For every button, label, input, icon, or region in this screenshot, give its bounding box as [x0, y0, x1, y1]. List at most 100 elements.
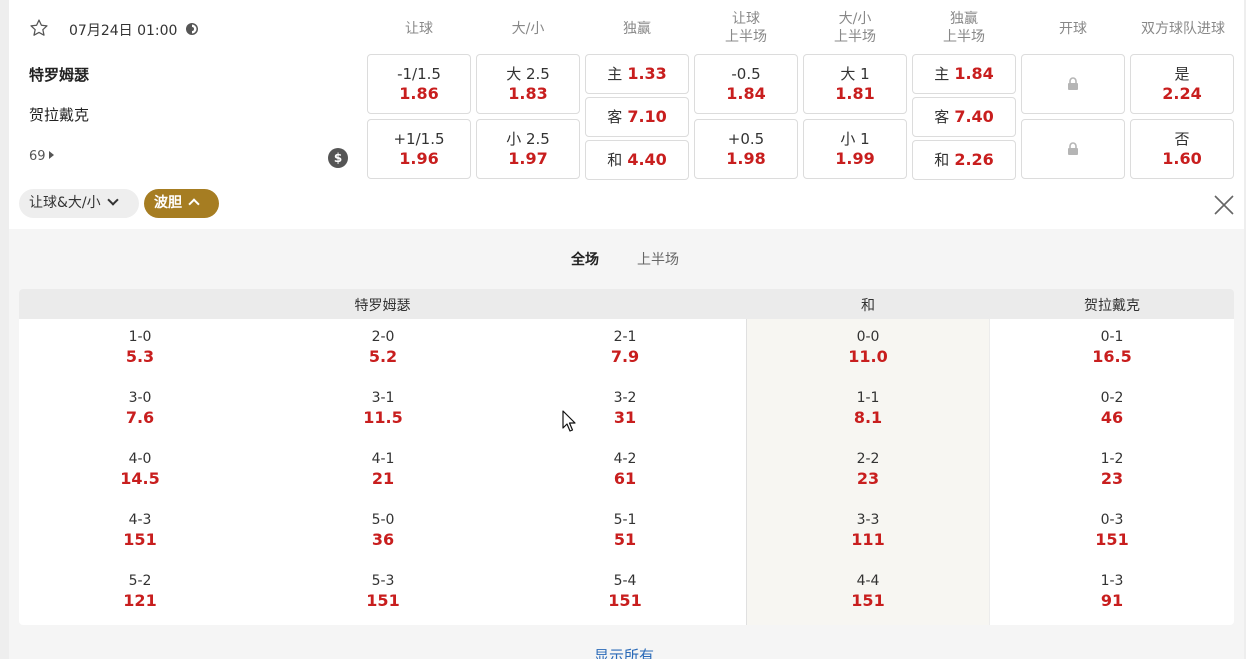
odds-handicap-1h-home[interactable]: -0.5 1.84 [694, 54, 798, 114]
over-odds: 1.83 [508, 84, 548, 103]
score-label: 0-1 [1100, 329, 1124, 345]
odds-handicap-1h-away[interactable]: +0.5 1.98 [694, 119, 798, 179]
score-label: 4-2 [613, 451, 637, 467]
odds-kickoff-locked-2 [1021, 119, 1125, 179]
score-cell-home[interactable]: 5-3 151 [323, 571, 443, 611]
odds-btts-no[interactable]: 否 1.60 [1130, 119, 1234, 179]
score-cell-away[interactable]: 1-2 23 [1052, 449, 1172, 489]
score-odds: 51 [613, 530, 637, 549]
score-odds: 151 [851, 591, 885, 610]
score-label: 2-2 [856, 451, 880, 467]
score-odds: 7.6 [125, 408, 155, 427]
header-over-under-1h: 大/小 上半场 [803, 10, 907, 46]
score-label: 1-2 [1100, 451, 1124, 467]
score-odds: 8.1 [853, 408, 883, 427]
star-icon[interactable] [29, 18, 49, 38]
odds-moneyline-home[interactable]: 主 1.33 [585, 54, 689, 94]
score-label: 0-0 [856, 329, 880, 345]
score-cell-draw[interactable]: 4-4 151 [808, 571, 928, 611]
moneyline-1h-away-odds: 7.40 [954, 107, 994, 126]
cashout-icon[interactable]: $ [328, 148, 348, 168]
score-cell-home[interactable]: 5-1 51 [565, 510, 685, 550]
score-label: 5-2 [128, 573, 152, 589]
score-cell-away[interactable]: 0-3 151 [1052, 510, 1172, 550]
score-cell-home[interactable]: 3-0 7.6 [80, 388, 200, 428]
moneyline-1h-draw-label: 和 [934, 151, 950, 169]
score-odds: 5.2 [368, 347, 398, 366]
draw-group-title: 和 [861, 298, 875, 314]
handicap-1h-home-line: -0.5 [731, 65, 761, 83]
score-cell-draw[interactable]: 2-2 23 [808, 449, 928, 489]
chevron-down-icon [106, 194, 119, 206]
odds-btts-yes[interactable]: 是 2.24 [1130, 54, 1234, 114]
odds-under-1h[interactable]: 小 1 1.99 [803, 119, 907, 179]
correct-score-header: 特罗姆瑟 和 贺拉戴克 [19, 289, 1234, 319]
correct-score-table: 特罗姆瑟 和 贺拉戴克 1-0 5.3 2-0 5.2 2-1 7.9 3-0 7.6 3-1 1… [19, 289, 1234, 625]
odds-under[interactable]: 小 2.5 1.97 [476, 119, 580, 179]
more-markets-link[interactable]: 69 [29, 149, 54, 164]
score-cell-home[interactable]: 3-1 11.5 [323, 388, 443, 428]
score-cell-away[interactable]: 0-1 16.5 [1052, 327, 1172, 367]
odds-moneyline-draw[interactable]: 和 4.40 [585, 140, 689, 180]
score-odds: 7.9 [610, 347, 640, 366]
over-1h-line: 大 1 [840, 65, 870, 83]
mouse-cursor-icon [562, 410, 576, 432]
show-all-link[interactable]: 显示所有 [594, 645, 654, 659]
header-moneyline-1h: 独赢 上半场 [912, 10, 1016, 46]
header-handicap-1h-line-2: 上半场 [725, 29, 767, 45]
header-moneyline-1h-line-1: 独赢 [950, 11, 978, 27]
tab-first-half[interactable]: 上半场 [637, 249, 679, 269]
close-icon[interactable] [1213, 194, 1235, 216]
score-cell-home[interactable]: 2-1 7.9 [565, 327, 685, 367]
score-label: 5-3 [371, 573, 395, 589]
moneyline-1h-home-label: 主 [934, 65, 950, 83]
home-team-name: 特罗姆瑟 [29, 66, 90, 84]
moneyline-home-label: 主 [607, 65, 623, 83]
score-cell-home[interactable]: 3-2 31 [565, 388, 685, 428]
score-label: 5-4 [613, 573, 637, 589]
away-group-title: 贺拉戴克 [1084, 298, 1140, 314]
odds-moneyline-1h-draw[interactable]: 和 2.26 [912, 140, 1016, 180]
tab-full-time[interactable]: 全场 [571, 249, 599, 269]
score-label: 4-3 [128, 512, 152, 528]
filter-handicap-ou[interactable]: 让球&大/小 [19, 189, 139, 218]
header-btts: 双方球队进球 [1141, 21, 1225, 37]
score-odds: 11.5 [363, 408, 403, 427]
odds-moneyline-1h-home[interactable]: 主 1.84 [912, 54, 1016, 94]
score-cell-draw[interactable]: 1-1 8.1 [808, 388, 928, 428]
score-cell-draw[interactable]: 3-3 111 [808, 510, 928, 550]
live-icon [186, 23, 198, 35]
over-line: 大 2.5 [506, 65, 550, 83]
score-odds: 151 [366, 591, 400, 610]
score-cell-home[interactable]: 2-0 5.2 [323, 327, 443, 367]
odds-moneyline-1h-away[interactable]: 客 7.40 [912, 97, 1016, 137]
score-cell-away[interactable]: 1-3 91 [1052, 571, 1172, 611]
score-cell-home[interactable]: 4-0 14.5 [80, 449, 200, 489]
score-cell-home[interactable]: 4-2 61 [565, 449, 685, 489]
header-handicap-1h-line-1: 让球 [732, 11, 760, 27]
score-label: 4-1 [371, 451, 395, 467]
score-cell-home[interactable]: 4-3 151 [80, 510, 200, 550]
score-cell-away[interactable]: 0-2 46 [1052, 388, 1172, 428]
odds-over[interactable]: 大 2.5 1.83 [476, 54, 580, 114]
odds-handicap-away[interactable]: +1/1.5 1.96 [367, 119, 471, 179]
score-cell-draw[interactable]: 0-0 11.0 [808, 327, 928, 367]
score-cell-home[interactable]: 5-4 151 [565, 571, 685, 611]
play-triangle-icon [48, 151, 54, 159]
score-label: 1-1 [856, 390, 880, 406]
odds-over-1h[interactable]: 大 1 1.81 [803, 54, 907, 114]
score-label: 0-2 [1100, 390, 1124, 406]
match-datetime: 07月24日 01:00 [69, 23, 178, 39]
odds-moneyline-away[interactable]: 客 7.10 [585, 97, 689, 137]
score-cell-home[interactable]: 4-1 21 [323, 449, 443, 489]
score-cell-home[interactable]: 1-0 5.3 [80, 327, 200, 367]
over-1h-odds: 1.81 [835, 84, 875, 103]
odds-handicap-home[interactable]: -1/1.5 1.86 [367, 54, 471, 114]
score-label: 3-1 [371, 390, 395, 406]
filter-correct-score[interactable]: 波胆 [144, 189, 219, 218]
header-handicap: 让球 [405, 21, 433, 37]
score-label: 3-2 [613, 390, 637, 406]
score-cell-home[interactable]: 5-0 36 [323, 510, 443, 550]
score-odds: 151 [608, 591, 642, 610]
score-cell-home[interactable]: 5-2 121 [80, 571, 200, 611]
